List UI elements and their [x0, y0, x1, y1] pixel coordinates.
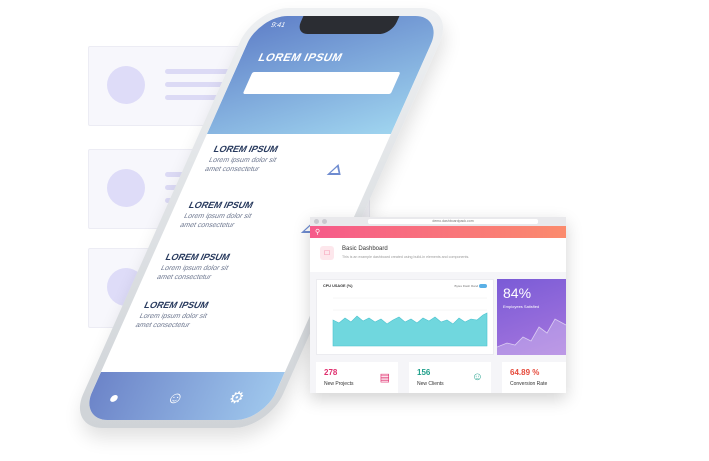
- page-title: Basic Dashboard: [342, 246, 388, 252]
- list-item-text: Lorem ipsum dolor sit amet consectetur: [155, 265, 230, 281]
- list-item-text: Lorem ipsum dolor sit amet consectetur: [203, 157, 278, 173]
- briefcase-icon: ▤: [379, 372, 390, 384]
- browser-dot[interactable]: [314, 219, 319, 224]
- satisfaction-card: 84% Employees Satisfied: [497, 279, 566, 355]
- list-item-text: Lorem ipsum dolor sit amet consectetur: [178, 213, 253, 229]
- browser-window: demo.dashboardpack.com ⚲ □ Basic Dashboa…: [310, 217, 566, 393]
- address-bar[interactable]: demo.dashboardpack.com: [368, 219, 538, 224]
- tab-bar: ● ☺ ⚙: [79, 372, 285, 420]
- page-subtitle: This is an example dashboard created usi…: [342, 255, 470, 259]
- pin-icon[interactable]: ●: [105, 390, 122, 408]
- stat-card-conversion: 64.89 % Conversion Rate: [502, 362, 566, 393]
- list-item-title: LOREM IPSUM: [211, 144, 280, 154]
- list-item-title: LOREM IPSUM: [163, 252, 232, 262]
- stat-label: New Clients: [417, 381, 444, 387]
- stat-label: New Projects: [324, 381, 354, 387]
- stat-value: 278: [324, 368, 338, 377]
- stat-card-clients: 156 New Clients ☺: [409, 362, 491, 393]
- search-icon[interactable]: ⚲: [315, 228, 320, 236]
- search-input[interactable]: [242, 72, 401, 94]
- list-item-text: Lorem ipsum dolor sit amet consectetur: [134, 313, 209, 329]
- stat-value: 156: [417, 368, 431, 377]
- cpu-area: [332, 312, 488, 347]
- triangle-icon: [326, 164, 346, 175]
- users-icon[interactable]: ☺: [163, 390, 187, 408]
- stat-label: Conversion Rate: [510, 381, 548, 387]
- app-title: LOREM IPSUM: [256, 52, 345, 64]
- list-item[interactable]: LOREM IPSUM Lorem ipsum dolor sit amet c…: [134, 300, 307, 330]
- stat-card-projects: 278 New Projects ▤: [316, 362, 398, 393]
- dashboard-header: □ Basic Dashboard This is an example das…: [310, 238, 566, 272]
- list-item-title: LOREM IPSUM: [187, 200, 256, 210]
- app-header: 9:41 LOREM IPSUM: [206, 16, 444, 134]
- list-item-title: LOREM IPSUM: [142, 300, 211, 310]
- browser-dot[interactable]: [322, 219, 327, 224]
- cpu-usage-card: CPU USAGE (%) Bytes Flash Rand: [316, 279, 494, 355]
- list-item[interactable]: LOREM IPSUM Lorem ipsum dolor sit amet c…: [203, 144, 376, 175]
- stat-value: 64.89 %: [510, 368, 540, 377]
- satisfaction-sparkline: [497, 318, 566, 355]
- gear-icon[interactable]: ⚙: [225, 388, 248, 408]
- dashboard-topbar: ⚲: [310, 226, 566, 238]
- list-item[interactable]: LOREM IPSUM Lorem ipsum dolor sit amet c…: [155, 252, 328, 282]
- status-time: 9:41: [269, 22, 287, 29]
- cpu-area-chart: [332, 297, 488, 347]
- phone-notch: [295, 16, 400, 34]
- user-icon: ☺: [471, 371, 483, 383]
- dashboard-icon: □: [320, 246, 334, 260]
